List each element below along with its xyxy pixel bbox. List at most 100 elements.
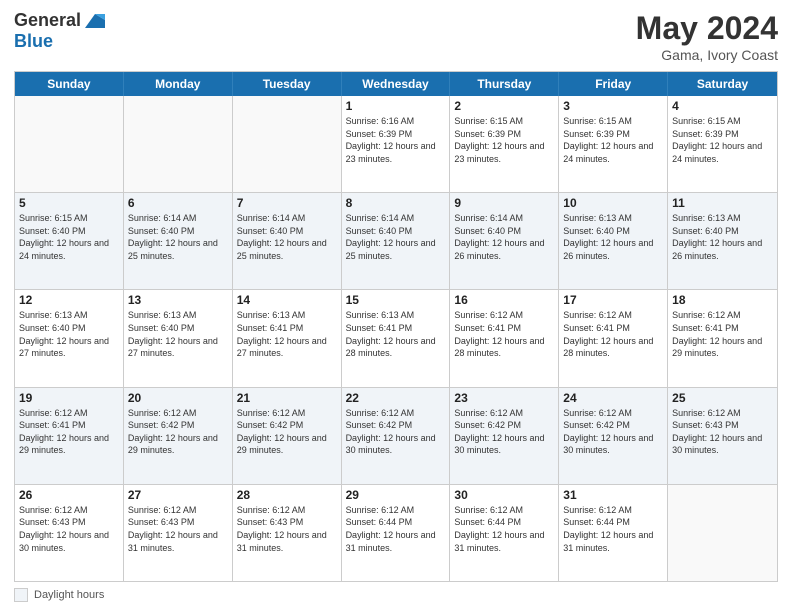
calendar-row: 26 Sunrise: 6:12 AM Sunset: 6:43 PM Dayli… <box>15 485 777 581</box>
calendar-row: 1 Sunrise: 6:16 AM Sunset: 6:39 PM Daylig… <box>15 96 777 193</box>
calendar-cell: 2 Sunrise: 6:15 AM Sunset: 6:39 PM Daylig… <box>450 96 559 192</box>
day-info: Sunrise: 6:13 AM Sunset: 6:40 PM Dayligh… <box>563 212 663 262</box>
calendar-cell: 29 Sunrise: 6:12 AM Sunset: 6:44 PM Dayli… <box>342 485 451 581</box>
day-info: Sunrise: 6:14 AM Sunset: 6:40 PM Dayligh… <box>237 212 337 262</box>
calendar-cell: 30 Sunrise: 6:12 AM Sunset: 6:44 PM Dayli… <box>450 485 559 581</box>
day-info: Sunrise: 6:13 AM Sunset: 6:40 PM Dayligh… <box>128 309 228 359</box>
calendar-cell: 10 Sunrise: 6:13 AM Sunset: 6:40 PM Dayli… <box>559 193 668 289</box>
day-number: 28 <box>237 488 337 502</box>
calendar-cell: 20 Sunrise: 6:12 AM Sunset: 6:42 PM Dayli… <box>124 388 233 484</box>
day-info: Sunrise: 6:16 AM Sunset: 6:39 PM Dayligh… <box>346 115 446 165</box>
day-number: 11 <box>672 196 773 210</box>
calendar-cell: 7 Sunrise: 6:14 AM Sunset: 6:40 PM Daylig… <box>233 193 342 289</box>
day-info: Sunrise: 6:12 AM Sunset: 6:43 PM Dayligh… <box>237 504 337 554</box>
day-number: 29 <box>346 488 446 502</box>
calendar-cell: 17 Sunrise: 6:12 AM Sunset: 6:41 PM Dayli… <box>559 290 668 386</box>
calendar-cell: 24Sunrise: 6:12 AM Sunset: 6:42 PM Dayli… <box>559 388 668 484</box>
header: General Blue May 2024 Gama, Ivory Coast <box>14 10 778 63</box>
day-number: 26 <box>19 488 119 502</box>
day-number: 19 <box>19 391 119 405</box>
day-number: 16 <box>454 293 554 307</box>
calendar-cell: 25Sunrise: 6:12 AM Sunset: 6:43 PM Dayli… <box>668 388 777 484</box>
calendar-row: 19Sunrise: 6:12 AM Sunset: 6:41 PM Dayli… <box>15 388 777 485</box>
day-info: Sunrise: 6:12 AM Sunset: 6:43 PM Dayligh… <box>672 407 773 457</box>
day-info: Sunrise: 6:12 AM Sunset: 6:43 PM Dayligh… <box>128 504 228 554</box>
calendar-body: 1 Sunrise: 6:16 AM Sunset: 6:39 PM Daylig… <box>15 96 777 581</box>
title-section: May 2024 Gama, Ivory Coast <box>636 10 778 63</box>
empty-cell <box>15 96 124 192</box>
day-number: 2 <box>454 99 554 113</box>
day-number: 13 <box>128 293 228 307</box>
day-info: Sunrise: 6:15 AM Sunset: 6:39 PM Dayligh… <box>454 115 554 165</box>
day-number: 3 <box>563 99 663 113</box>
footer-label: Daylight hours <box>34 589 104 601</box>
day-number: 10 <box>563 196 663 210</box>
day-info: Sunrise: 6:13 AM Sunset: 6:40 PM Dayligh… <box>19 309 119 359</box>
calendar-cell: 22 Sunrise: 6:12 AM Sunset: 6:42 PM Dayli… <box>342 388 451 484</box>
day-number: 7 <box>237 196 337 210</box>
day-info: Sunrise: 6:13 AM Sunset: 6:40 PM Dayligh… <box>672 212 773 262</box>
day-info: Sunrise: 6:14 AM Sunset: 6:40 PM Dayligh… <box>128 212 228 262</box>
day-info: Sunrise: 6:12 AM Sunset: 6:44 PM Dayligh… <box>346 504 446 554</box>
calendar-cell: 26Sunrise: 6:12 AM Sunset: 6:43 PM Dayli… <box>15 485 124 581</box>
day-number: 12 <box>19 293 119 307</box>
empty-cell <box>124 96 233 192</box>
day-of-week-header: Monday <box>124 72 233 96</box>
calendar-cell: 9 Sunrise: 6:14 AM Sunset: 6:40 PM Daylig… <box>450 193 559 289</box>
day-info: Sunrise: 6:12 AM Sunset: 6:42 PM Dayligh… <box>346 407 446 457</box>
day-info: Sunrise: 6:14 AM Sunset: 6:40 PM Dayligh… <box>454 212 554 262</box>
calendar-cell: 27Sunrise: 6:12 AM Sunset: 6:43 PM Dayli… <box>124 485 233 581</box>
day-info: Sunrise: 6:12 AM Sunset: 6:41 PM Dayligh… <box>672 309 773 359</box>
day-number: 14 <box>237 293 337 307</box>
calendar-cell: 21 Sunrise: 6:12 AM Sunset: 6:42 PM Dayli… <box>233 388 342 484</box>
day-number: 30 <box>454 488 554 502</box>
calendar-cell: 6Sunrise: 6:14 AM Sunset: 6:40 PM Daylig… <box>124 193 233 289</box>
day-info: Sunrise: 6:12 AM Sunset: 6:42 PM Dayligh… <box>454 407 554 457</box>
day-info: Sunrise: 6:13 AM Sunset: 6:41 PM Dayligh… <box>346 309 446 359</box>
day-number: 21 <box>237 391 337 405</box>
day-number: 15 <box>346 293 446 307</box>
day-info: Sunrise: 6:12 AM Sunset: 6:42 PM Dayligh… <box>237 407 337 457</box>
calendar-cell: 31Sunrise: 6:12 AM Sunset: 6:44 PM Dayli… <box>559 485 668 581</box>
day-number: 17 <box>563 293 663 307</box>
calendar-cell: 12 Sunrise: 6:13 AM Sunset: 6:40 PM Dayli… <box>15 290 124 386</box>
calendar-cell: 5 Sunrise: 6:15 AM Sunset: 6:40 PM Daylig… <box>15 193 124 289</box>
day-info: Sunrise: 6:14 AM Sunset: 6:40 PM Dayligh… <box>346 212 446 262</box>
day-info: Sunrise: 6:15 AM Sunset: 6:39 PM Dayligh… <box>672 115 773 165</box>
day-number: 9 <box>454 196 554 210</box>
day-of-week-header: Sunday <box>15 72 124 96</box>
calendar-cell: 4Sunrise: 6:15 AM Sunset: 6:39 PM Daylig… <box>668 96 777 192</box>
calendar-header-row: SundayMondayTuesdayWednesdayThursdayFrid… <box>15 72 777 96</box>
calendar-cell: 14 Sunrise: 6:13 AM Sunset: 6:41 PM Dayli… <box>233 290 342 386</box>
main-title: May 2024 <box>636 10 778 47</box>
calendar-cell: 16 Sunrise: 6:12 AM Sunset: 6:41 PM Dayli… <box>450 290 559 386</box>
calendar-cell: 3 Sunrise: 6:15 AM Sunset: 6:39 PM Daylig… <box>559 96 668 192</box>
day-number: 31 <box>563 488 663 502</box>
calendar-cell: 13 Sunrise: 6:13 AM Sunset: 6:40 PM Dayli… <box>124 290 233 386</box>
day-of-week-header: Wednesday <box>342 72 451 96</box>
day-info: Sunrise: 6:12 AM Sunset: 6:41 PM Dayligh… <box>563 309 663 359</box>
subtitle: Gama, Ivory Coast <box>636 47 778 63</box>
calendar: SundayMondayTuesdayWednesdayThursdayFrid… <box>14 71 778 582</box>
day-info: Sunrise: 6:12 AM Sunset: 6:41 PM Dayligh… <box>454 309 554 359</box>
day-info: Sunrise: 6:13 AM Sunset: 6:41 PM Dayligh… <box>237 309 337 359</box>
calendar-cell: 28 Sunrise: 6:12 AM Sunset: 6:43 PM Dayli… <box>233 485 342 581</box>
day-info: Sunrise: 6:12 AM Sunset: 6:42 PM Dayligh… <box>128 407 228 457</box>
day-number: 22 <box>346 391 446 405</box>
day-of-week-header: Saturday <box>668 72 777 96</box>
calendar-cell: 18 Sunrise: 6:12 AM Sunset: 6:41 PM Dayli… <box>668 290 777 386</box>
day-number: 18 <box>672 293 773 307</box>
calendar-cell: 19Sunrise: 6:12 AM Sunset: 6:41 PM Dayli… <box>15 388 124 484</box>
day-number: 24 <box>563 391 663 405</box>
calendar-cell: 11 Sunrise: 6:13 AM Sunset: 6:40 PM Dayli… <box>668 193 777 289</box>
day-number: 1 <box>346 99 446 113</box>
day-info: Sunrise: 6:15 AM Sunset: 6:40 PM Dayligh… <box>19 212 119 262</box>
day-number: 5 <box>19 196 119 210</box>
day-of-week-header: Tuesday <box>233 72 342 96</box>
day-info: Sunrise: 6:12 AM Sunset: 6:44 PM Dayligh… <box>454 504 554 554</box>
footer: Daylight hours <box>14 588 778 602</box>
day-number: 20 <box>128 391 228 405</box>
day-info: Sunrise: 6:15 AM Sunset: 6:39 PM Dayligh… <box>563 115 663 165</box>
calendar-cell: 23Sunrise: 6:12 AM Sunset: 6:42 PM Dayli… <box>450 388 559 484</box>
calendar-cell: 1 Sunrise: 6:16 AM Sunset: 6:39 PM Daylig… <box>342 96 451 192</box>
